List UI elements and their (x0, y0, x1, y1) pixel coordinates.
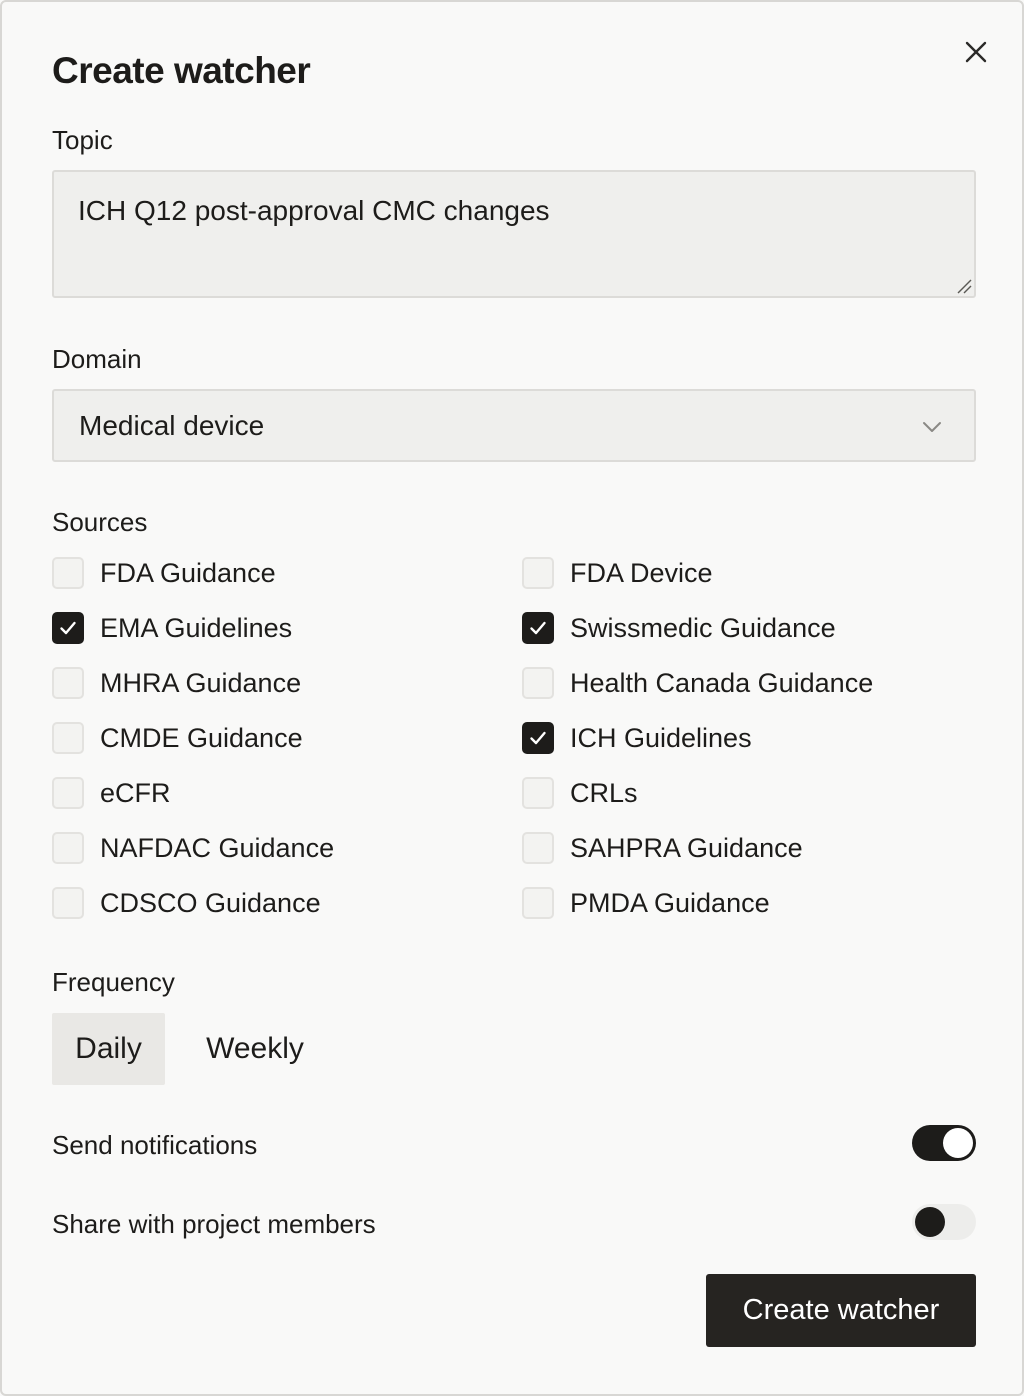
domain-label: Domain (52, 344, 142, 374)
source-label: eCFR (100, 777, 171, 808)
frequency-daily-option[interactable]: Daily (52, 1013, 165, 1085)
source-checkbox[interactable] (52, 722, 84, 754)
toggle-knob (915, 1207, 945, 1237)
source-label: FDA Guidance (100, 557, 276, 588)
topic-input[interactable]: ICH Q12 post-approval CMC changes (52, 170, 976, 298)
share-members-toggle[interactable] (912, 1204, 976, 1240)
dialog-title: Create watcher (52, 50, 311, 91)
topic-label: Topic (52, 125, 113, 155)
source-option-fda-device[interactable]: FDA Device (522, 555, 713, 591)
close-icon (965, 41, 987, 63)
source-checkbox[interactable] (522, 667, 554, 699)
create-watcher-dialog: Create watcher Topic ICH Q12 post-approv… (0, 0, 1024, 1396)
source-checkbox[interactable] (522, 777, 554, 809)
create-watcher-button[interactable]: Create watcher (706, 1274, 976, 1347)
source-checkbox[interactable] (52, 887, 84, 919)
share-members-label: Share with project members (52, 1209, 376, 1239)
frequency-label: Frequency (52, 967, 175, 997)
chevron-down-icon (923, 422, 941, 432)
checkmark-icon (530, 621, 546, 635)
sources-label: Sources (52, 507, 148, 537)
source-label: MHRA Guidance (100, 667, 302, 698)
checkmark-icon (530, 731, 546, 745)
source-checkbox[interactable] (522, 557, 554, 589)
domain-select[interactable]: Medical device (52, 389, 976, 462)
domain-selected-value: Medical device (79, 409, 265, 441)
source-checkbox[interactable] (52, 832, 84, 864)
close-button[interactable] (958, 34, 994, 70)
source-option-cdsco-guidance[interactable]: CDSCO Guidance (52, 885, 321, 921)
source-option-ema-guidelines[interactable]: EMA Guidelines (52, 610, 292, 646)
source-label: PMDA Guidance (570, 887, 770, 918)
source-label: Swissmedic Guidance (570, 612, 836, 643)
source-label: ICH Guidelines (570, 722, 752, 753)
source-label: CMDE Guidance (100, 722, 303, 753)
source-label: NAFDAC Guidance (100, 832, 335, 863)
source-checkbox[interactable] (522, 887, 554, 919)
source-label: FDA Device (570, 557, 713, 588)
source-checkbox[interactable] (52, 557, 84, 589)
source-checkbox[interactable] (52, 612, 84, 644)
checkmark-icon (60, 621, 76, 635)
source-option-cmde-guidance[interactable]: CMDE Guidance (52, 720, 303, 756)
source-checkbox[interactable] (52, 777, 84, 809)
source-checkbox[interactable] (522, 722, 554, 754)
source-option-nafdac-guidance[interactable]: NAFDAC Guidance (52, 830, 334, 866)
source-option-ecfr[interactable]: eCFR (52, 775, 171, 811)
source-label: SAHPRA Guidance (570, 832, 803, 863)
source-option-pmda-guidance[interactable]: PMDA Guidance (522, 885, 770, 921)
source-option-sahpra-guidance[interactable]: SAHPRA Guidance (522, 830, 803, 866)
source-checkbox[interactable] (52, 667, 84, 699)
send-notifications-label: Send notifications (52, 1130, 258, 1160)
source-option-ich-guidelines[interactable]: ICH Guidelines (522, 720, 752, 756)
frequency-weekly-option[interactable]: Weekly (185, 1013, 325, 1085)
source-option-swissmedic-guidance[interactable]: Swissmedic Guidance (522, 610, 836, 646)
source-checkbox[interactable] (522, 832, 554, 864)
source-label: Health Canada Guidance (570, 667, 874, 698)
source-option-mhra-guidance[interactable]: MHRA Guidance (52, 665, 301, 701)
send-notifications-toggle[interactable] (912, 1125, 976, 1161)
toggle-knob (943, 1128, 973, 1158)
source-label: EMA Guidelines (100, 612, 293, 643)
source-option-fda-guidance[interactable]: FDA Guidance (52, 555, 276, 591)
source-checkbox[interactable] (522, 612, 554, 644)
source-label: CDSCO Guidance (100, 887, 321, 918)
source-label: CRLs (570, 777, 638, 808)
source-option-crls[interactable]: CRLs (522, 775, 638, 811)
source-option-health-canada-guidance[interactable]: Health Canada Guidance (522, 665, 873, 701)
resize-handle-icon[interactable] (956, 278, 972, 294)
